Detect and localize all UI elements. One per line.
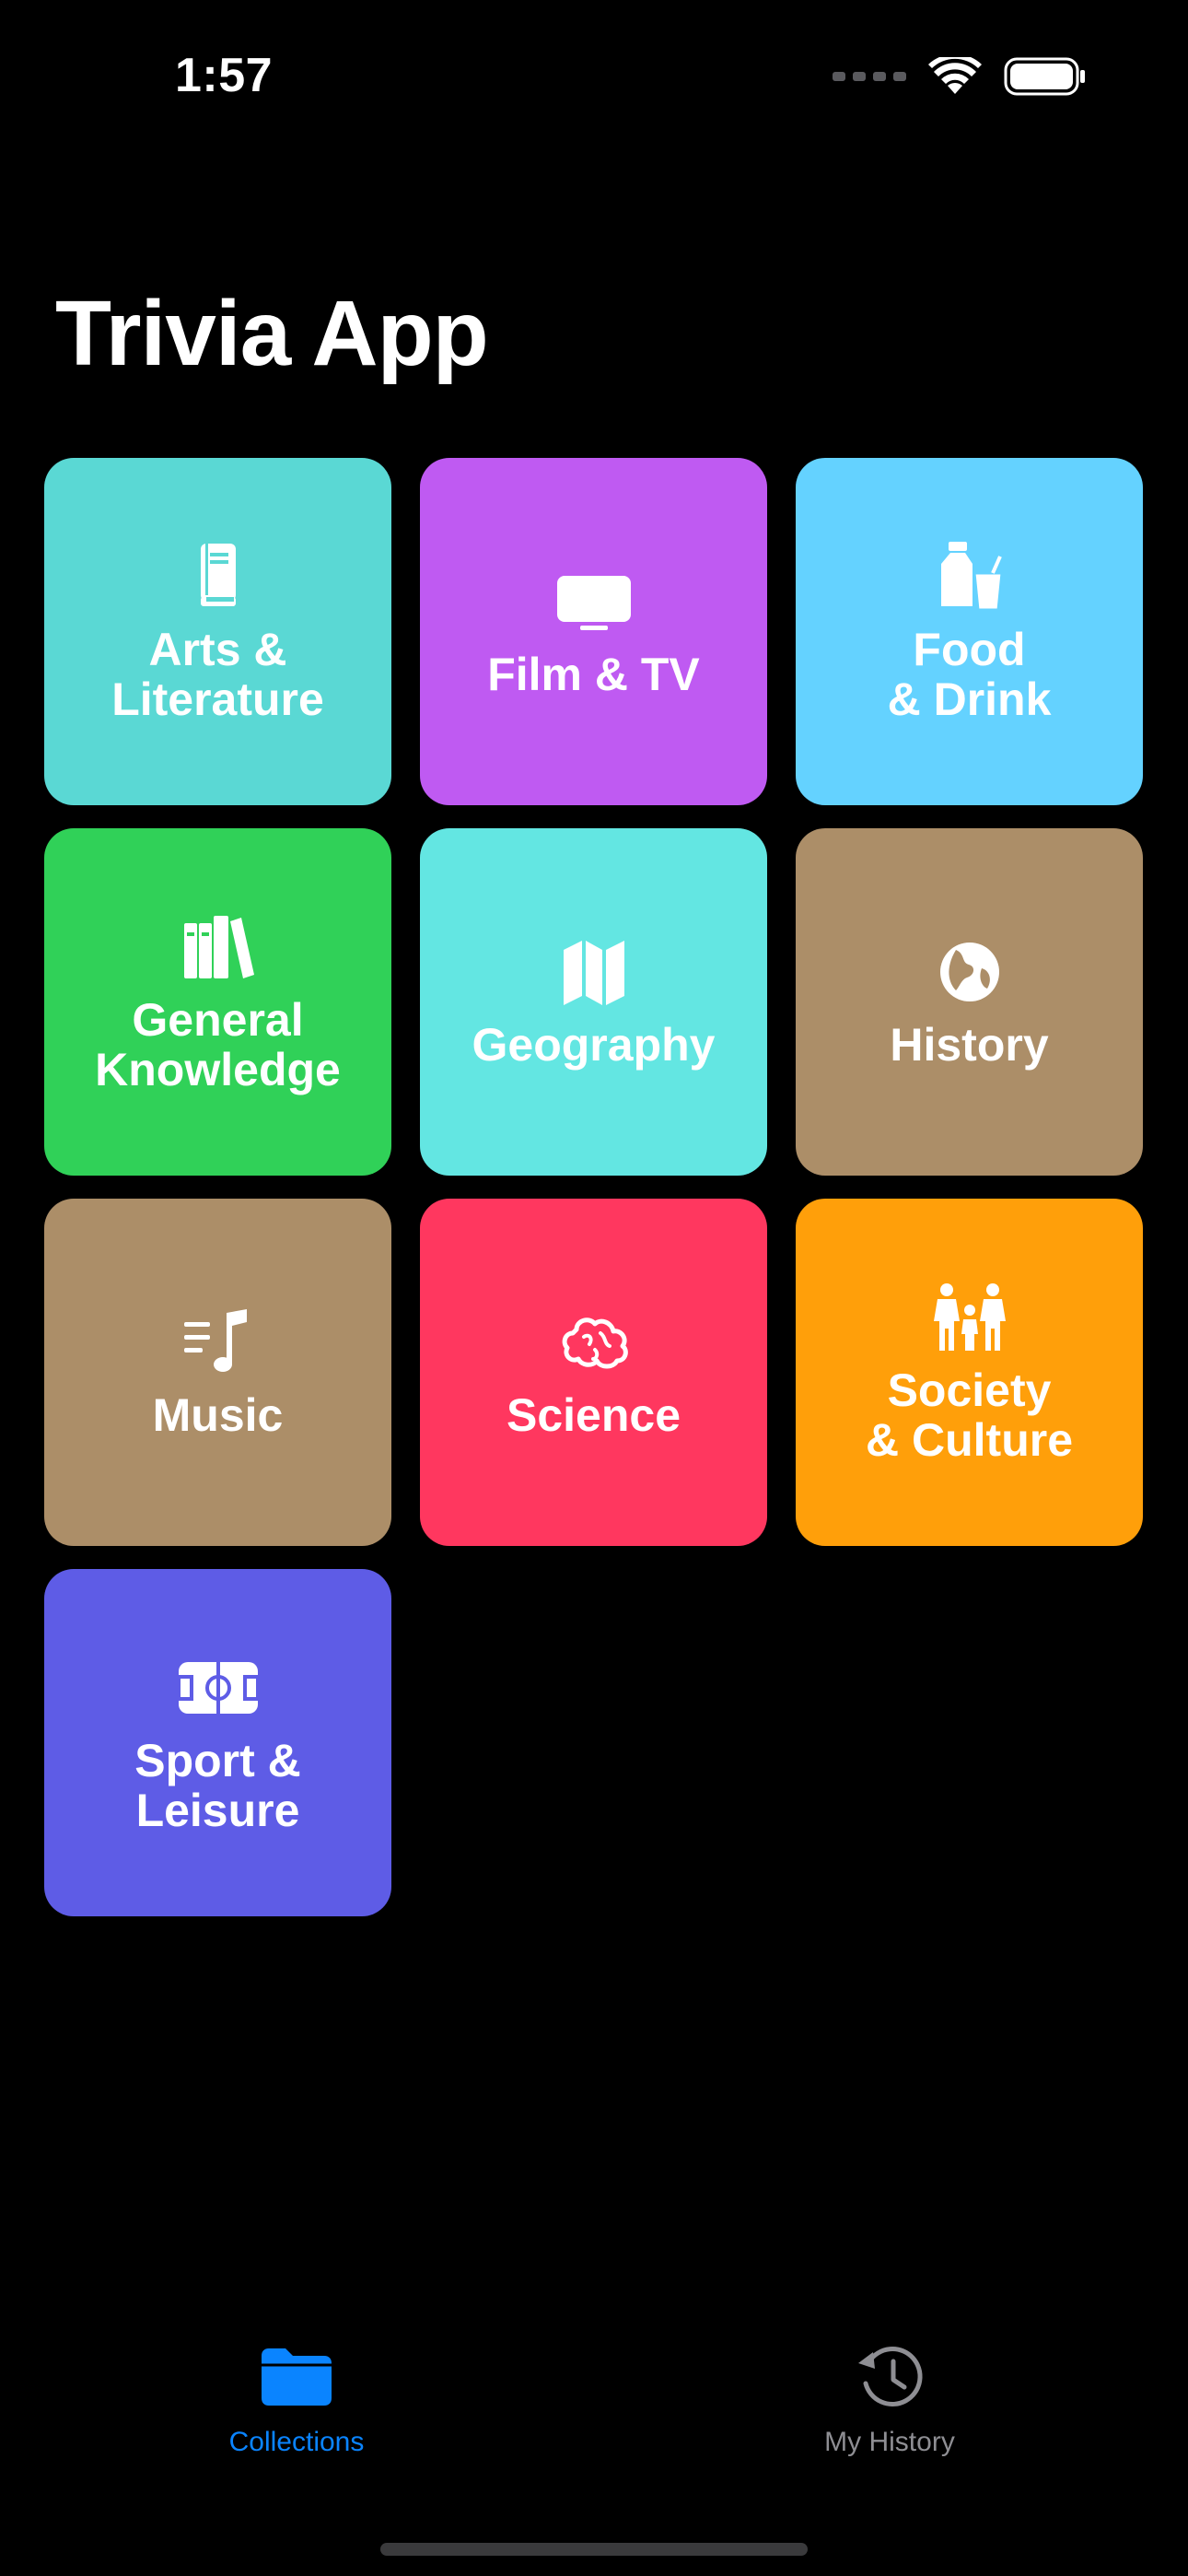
category-tile-society-culture[interactable]: Society & Culture (796, 1199, 1143, 1546)
category-label: Music (152, 1388, 284, 1441)
status-time: 1:57 (175, 49, 274, 102)
food-drink-icon (924, 540, 1016, 614)
page-title: Trivia App (55, 282, 489, 385)
category-tile-history[interactable]: History (796, 828, 1143, 1176)
category-grid: Arts & Literature Film & TV Food & Drink… (44, 458, 1144, 1916)
clock-history-icon (853, 2340, 926, 2414)
tv-icon (548, 565, 640, 638)
tab-my-history[interactable]: My History (751, 2340, 1028, 2458)
books-icon (172, 910, 264, 984)
tab-collections[interactable]: Collections (158, 2340, 435, 2458)
tab-label: My History (824, 2427, 955, 2457)
category-label: General Knowledge (95, 993, 341, 1095)
music-note-list-icon (172, 1306, 264, 1379)
category-label: Sport & Leisure (134, 1734, 301, 1836)
cellular-signal-icon (833, 72, 906, 81)
category-label: Food & Drink (887, 623, 1052, 725)
family-icon (924, 1281, 1016, 1354)
home-indicator (380, 2543, 808, 2556)
status-bar: 1:57 (0, 0, 1188, 157)
wifi-icon (928, 57, 982, 94)
category-label: History (890, 1018, 1049, 1071)
battery-icon (1004, 57, 1085, 96)
category-tile-film-tv[interactable]: Film & TV (420, 458, 767, 805)
category-label: Arts & Literature (111, 623, 324, 725)
status-indicators (833, 57, 1087, 96)
category-tile-general-knowledge[interactable]: General Knowledge (44, 828, 391, 1176)
globe-icon (924, 935, 1016, 1009)
sports-field-icon (172, 1651, 264, 1725)
category-tile-arts-literature[interactable]: Arts & Literature (44, 458, 391, 805)
tab-label: Collections (228, 2427, 365, 2457)
category-label: Film & TV (487, 648, 700, 700)
book-icon (172, 540, 264, 614)
category-tile-music[interactable]: Music (44, 1199, 391, 1546)
category-tile-science[interactable]: Science (420, 1199, 767, 1546)
category-label: Geography (472, 1018, 716, 1071)
category-tile-sport-leisure[interactable]: Sport & Leisure (44, 1569, 391, 1916)
category-label: Society & Culture (866, 1364, 1073, 1466)
folder-icon (260, 2340, 333, 2414)
tab-bar: Collections My History (0, 2340, 1188, 2488)
map-icon (548, 935, 640, 1009)
category-label: Science (506, 1388, 681, 1441)
category-tile-geography[interactable]: Geography (420, 828, 767, 1176)
brain-icon (548, 1306, 640, 1379)
category-tile-food-drink[interactable]: Food & Drink (796, 458, 1143, 805)
